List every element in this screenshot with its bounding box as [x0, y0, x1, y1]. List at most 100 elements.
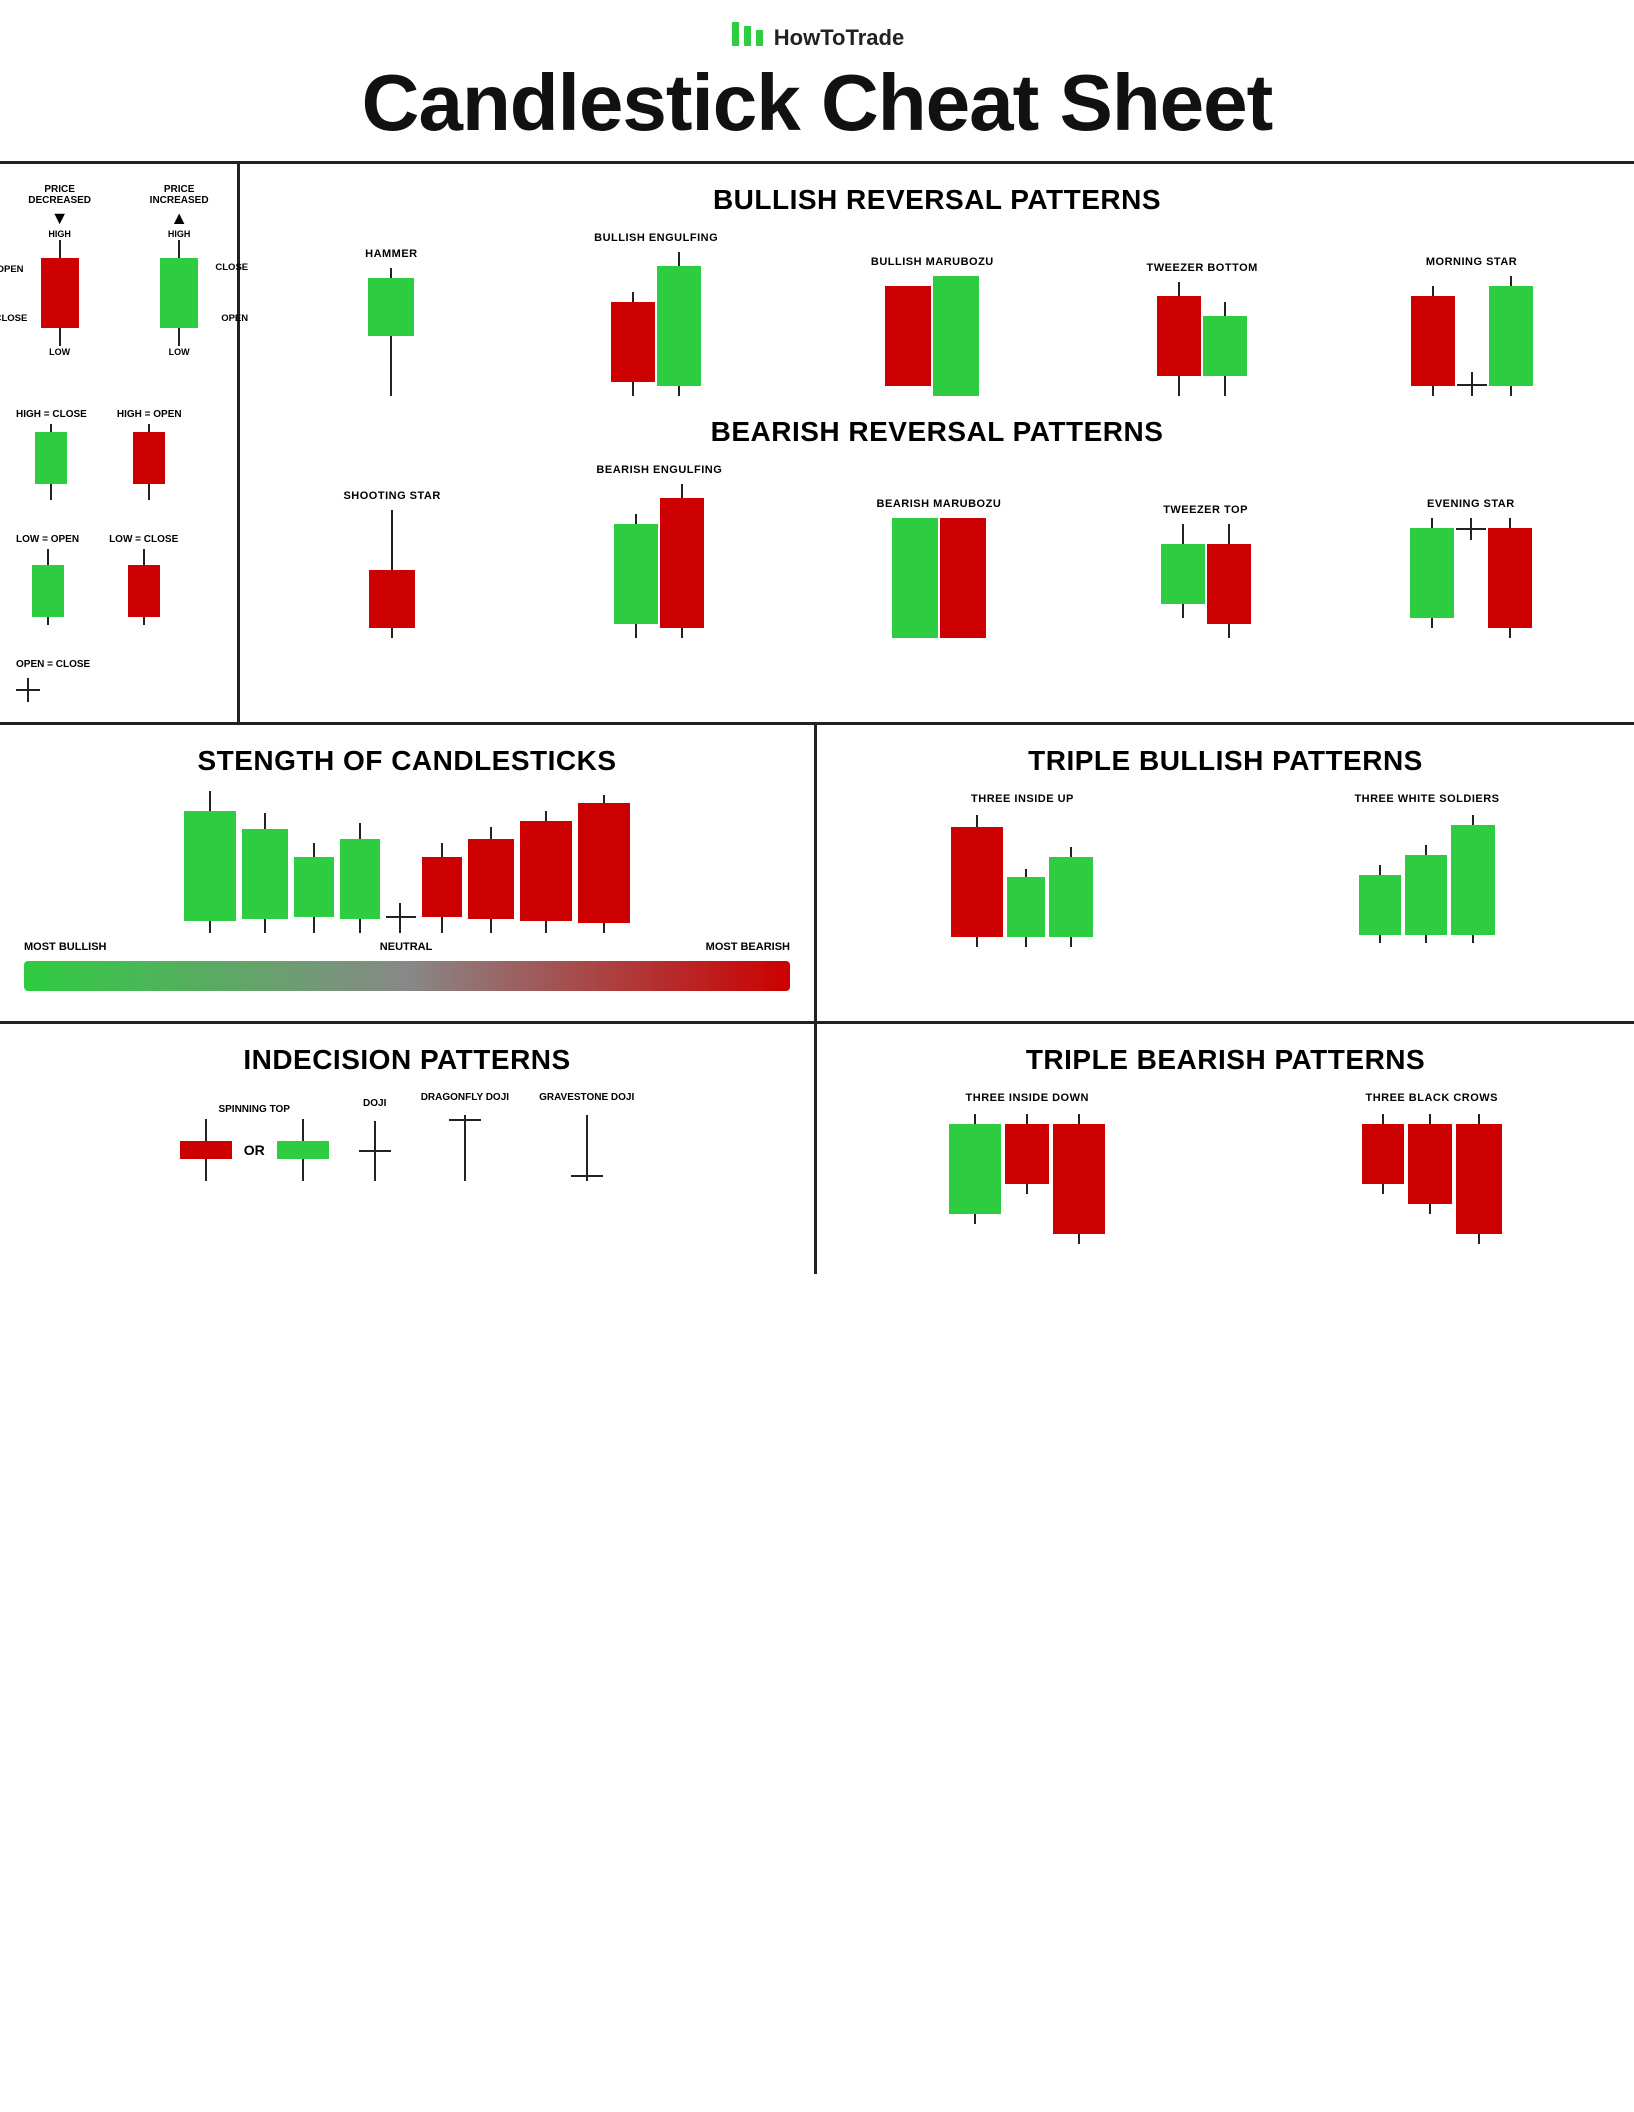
sc7 [520, 811, 572, 933]
open-label-red: OPEN [0, 264, 24, 275]
high-eq-open-group: HIGH = OPEN [117, 409, 182, 500]
pattern-bearish-marubozu: BEARISH MARUBOZU [877, 498, 1002, 638]
high-eq-open-label: HIGH = OPEN [117, 409, 182, 420]
tws-2 [1405, 845, 1447, 943]
triple-bearish-section: TRIPLE BEARISH PATTERNS THREE INSIDE DOW… [817, 1024, 1634, 1274]
tbc-candles [1362, 1114, 1502, 1244]
dragonfly-group: DRAGONFLY DOJI [421, 1092, 509, 1181]
heo-candle [133, 424, 165, 500]
sc8 [578, 795, 630, 933]
three-inside-down: THREE INSIDE DOWN [949, 1092, 1105, 1244]
most-bullish-label: MOST BULLISH [24, 941, 107, 953]
tid-label: THREE INSIDE DOWN [966, 1092, 1089, 1104]
neutral-cross [386, 903, 416, 933]
st-green [277, 1119, 329, 1181]
ms-green [1489, 276, 1533, 396]
pattern-evening-star: EVENING STAR [1410, 498, 1532, 638]
ms-red [1411, 286, 1455, 396]
pattern-bullish-engulfing: BULLISH ENGULFING [594, 232, 718, 396]
heo-wick-bot [148, 484, 150, 500]
bullish-reversal-title: BULLISH REVERSAL PATTERNS [270, 184, 1604, 216]
high-eq-close-label: HIGH = CLOSE [16, 409, 87, 420]
triple-bullish-title: TRIPLE BULLISH PATTERNS [841, 745, 1610, 777]
tbc-1 [1362, 1114, 1404, 1194]
sc2 [242, 813, 288, 933]
wick-top-green [178, 240, 180, 258]
hec-candle [35, 424, 67, 500]
price-increased-candle: PRICE INCREASED ▲ HIGH CLOSE OPEN [137, 184, 221, 357]
header: HowToTrade Candlestick Cheat Sheet [0, 0, 1634, 164]
triple-bearish-grid: THREE INSIDE DOWN [841, 1092, 1610, 1244]
leo-body [32, 565, 64, 617]
doji-group: DOJI [359, 1098, 391, 1181]
tt-red [1207, 524, 1251, 638]
bmz-red [940, 518, 986, 638]
es-green [1410, 518, 1454, 628]
shooting-star-candles [369, 510, 415, 638]
spinning-top-label: SPINNING TOP [218, 1104, 290, 1115]
sc6 [468, 827, 514, 933]
beng-green [614, 514, 658, 638]
bullish-pattern-grid: HAMMER BULLISH ENGULFING [270, 232, 1604, 396]
tb-green [1203, 302, 1247, 396]
dragonfly-candle [449, 1115, 481, 1181]
low-eq-close-label: LOW = CLOSE [109, 534, 178, 545]
last-area: INDECISION PATTERNS SPINNING TOP OR [0, 1024, 1634, 1274]
main-title: Candlestick Cheat Sheet [0, 63, 1634, 153]
low-label-red: LOW [49, 347, 70, 357]
low-eq-legend: LOW = OPEN LOW = CLOSE [16, 534, 221, 625]
logo-icon [730, 18, 766, 57]
logo: HowToTrade [0, 18, 1634, 57]
open-eq-close-group: OPEN = CLOSE [16, 659, 221, 702]
tiu-2 [1007, 869, 1045, 947]
gravestone-label: GRAVESTONE DOJI [539, 1092, 634, 1103]
triple-bullish-section: TRIPLE BULLISH PATTERNS THREE INSIDE UP [817, 725, 1634, 1021]
sc4 [340, 823, 380, 933]
tiu-3 [1049, 847, 1093, 947]
bullish-engulfing-label: BULLISH ENGULFING [594, 232, 718, 244]
page: HowToTrade Candlestick Cheat Sheet PRICE… [0, 0, 1634, 1274]
gravestone-candle [571, 1115, 603, 1181]
arrow-up-icon: ▲ [170, 208, 188, 229]
hammer-label: HAMMER [365, 248, 418, 260]
tt-green [1161, 524, 1205, 618]
gravestone-group: GRAVESTONE DOJI [539, 1092, 634, 1181]
heo-body [133, 432, 165, 484]
pattern-morning-star: MORNING STAR [1411, 256, 1533, 396]
pattern-hammer: HAMMER [341, 248, 441, 396]
bullish-marubozu-candles [885, 276, 979, 396]
tiu-label: THREE INSIDE UP [971, 793, 1074, 805]
heo-wick-top [148, 424, 150, 432]
bullish-marubozu-label: BULLISH MARUBOZU [871, 256, 994, 268]
hec-wick-bot [50, 484, 52, 500]
bm-green [933, 276, 979, 396]
evening-star-label: EVENING STAR [1427, 498, 1515, 510]
three-inside-up: THREE INSIDE UP [951, 793, 1093, 947]
spinning-top-or: OR [180, 1119, 329, 1181]
shooting-star-label: SHOOTING STAR [343, 490, 440, 502]
tws-label: THREE WHITE SOLDIERS [1354, 793, 1499, 805]
low-eq-open-group: LOW = OPEN [16, 534, 79, 625]
low-eq-open-label: LOW = OPEN [16, 534, 79, 545]
bmz-green [892, 518, 938, 638]
bm-red [885, 286, 931, 386]
hammer-candles [368, 268, 414, 396]
indecision-row: SPINNING TOP OR [24, 1092, 790, 1181]
tid-candles [949, 1114, 1105, 1244]
sc1 [184, 791, 236, 933]
gradient-bar [24, 961, 790, 991]
indecision-section: INDECISION PATTERNS SPINNING TOP OR [0, 1024, 817, 1274]
tws-3 [1451, 815, 1495, 943]
bottom-area-1: STENGTH OF CANDLESTICKS [0, 725, 1634, 1024]
high-label-green: HIGH [168, 229, 191, 239]
bearish-pattern-grid: SHOOTING STAR BEARISH ENGULFING [270, 464, 1604, 638]
high-label-red: HIGH [48, 229, 71, 239]
dragonfly-label: DRAGONFLY DOJI [421, 1092, 509, 1103]
hec-body [35, 432, 67, 484]
bearish-engulfing-candles [614, 484, 704, 638]
tbc-2 [1408, 1114, 1452, 1214]
st-red [180, 1119, 232, 1181]
ms-doji [1457, 372, 1487, 396]
low-label-green: LOW [169, 347, 190, 357]
morning-star-label: MORNING STAR [1426, 256, 1517, 268]
